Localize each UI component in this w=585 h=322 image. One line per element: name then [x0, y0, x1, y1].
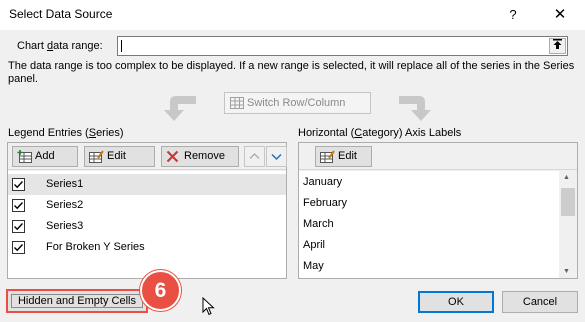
axis-list-scrollbar[interactable]: ▲ ▼ [559, 171, 577, 278]
range-warning-message: The data range is too complex to be disp… [8, 60, 575, 85]
edit-series-button[interactable]: Edit [84, 146, 155, 167]
axis-labels-panel: Edit January February March April May ▲ … [298, 142, 578, 279]
axis-labels-list: January February March April May [299, 171, 559, 278]
move-down-button[interactable] [266, 146, 287, 167]
edit-table-icon [320, 150, 335, 163]
edit-table-icon [89, 150, 104, 163]
axis-toolbar: Edit [299, 143, 577, 170]
select-data-source-dialog: Select Data Source ? ✕ Chart data range:… [0, 0, 585, 322]
edit-label: Edit [338, 150, 357, 162]
legend-entries-panel: Add Edit Remove Series1 Series2 Series3 … [7, 142, 287, 279]
scroll-up-icon[interactable]: ▲ [563, 174, 570, 181]
checkmark-icon [14, 202, 24, 210]
collapse-dialog-icon [553, 39, 562, 49]
switch-row-column-area: Switch Row/Column [160, 90, 435, 122]
remove-series-button[interactable]: Remove [161, 146, 239, 167]
step-badge: 6 [140, 270, 181, 311]
checkmark-icon [14, 223, 24, 231]
chart-data-range-input[interactable] [118, 37, 538, 55]
series-checkbox[interactable] [12, 241, 25, 254]
checkmark-icon [14, 244, 24, 252]
list-item: May [303, 260, 324, 272]
series-checkbox[interactable] [12, 199, 25, 212]
list-item: March [303, 218, 334, 230]
scrollbar-thumb[interactable] [561, 188, 575, 216]
add-series-button[interactable]: Add [12, 146, 78, 167]
legend-toolbar: Add Edit Remove [8, 143, 287, 170]
remove-x-icon [166, 150, 179, 163]
close-button[interactable]: ✕ [540, 2, 580, 28]
switch-row-column-icon [230, 97, 244, 109]
chart-data-range-field[interactable] [117, 36, 568, 56]
series-label: Series2 [46, 199, 84, 211]
remove-label: Remove [184, 150, 225, 162]
edit-axis-labels-button[interactable]: Edit [315, 146, 372, 167]
dialog-title: Select Data Source [9, 7, 113, 21]
series-label: Series1 [46, 178, 84, 190]
ok-button[interactable]: OK [418, 291, 494, 313]
switch-row-column-label: Switch Row/Column [247, 97, 346, 109]
list-item: January [303, 176, 343, 188]
scroll-down-icon[interactable]: ▼ [563, 268, 570, 275]
chart-data-range-label: Chart data range: [17, 40, 103, 52]
series-row[interactable]: Series3 [8, 216, 286, 237]
series-label: For Broken Y Series [46, 241, 145, 253]
add-table-icon [17, 150, 32, 163]
cancel-button[interactable]: Cancel [502, 291, 578, 313]
add-label: Add [35, 150, 55, 162]
legend-entries-label: Legend Entries (Series) [8, 127, 124, 139]
move-up-button[interactable] [244, 146, 265, 167]
hidden-and-empty-cells-label: Hidden and Empty Cells [17, 295, 136, 307]
text-cursor [121, 40, 122, 52]
curved-arrow-right-icon [399, 96, 431, 121]
series-checkbox[interactable] [12, 220, 25, 233]
collapse-dialog-button[interactable] [549, 38, 566, 54]
series-list: Series1 Series2 Series3 For Broken Y Ser… [8, 171, 286, 278]
switch-row-column-button[interactable]: Switch Row/Column [224, 92, 371, 114]
title-bar: Select Data Source ? ✕ [0, 0, 585, 30]
list-item: February [303, 197, 348, 209]
checkmark-icon [14, 181, 24, 189]
hidden-and-empty-cells-button[interactable]: Hidden and Empty Cells [6, 289, 148, 313]
curved-arrow-left-icon [164, 96, 196, 121]
axis-labels-header: Horizontal (Category) Axis Labels [298, 127, 462, 139]
chevron-down-icon [271, 153, 282, 161]
series-row[interactable]: Series1 [8, 174, 286, 195]
edit-label: Edit [107, 150, 126, 162]
chevron-up-icon [249, 153, 260, 159]
series-row[interactable]: For Broken Y Series [8, 237, 286, 258]
series-label: Series3 [46, 220, 84, 232]
series-checkbox[interactable] [12, 178, 25, 191]
help-button[interactable]: ? [498, 2, 528, 28]
series-row[interactable]: Series2 [8, 195, 286, 216]
mouse-pointer-icon [202, 297, 215, 316]
list-item: April [303, 239, 326, 251]
